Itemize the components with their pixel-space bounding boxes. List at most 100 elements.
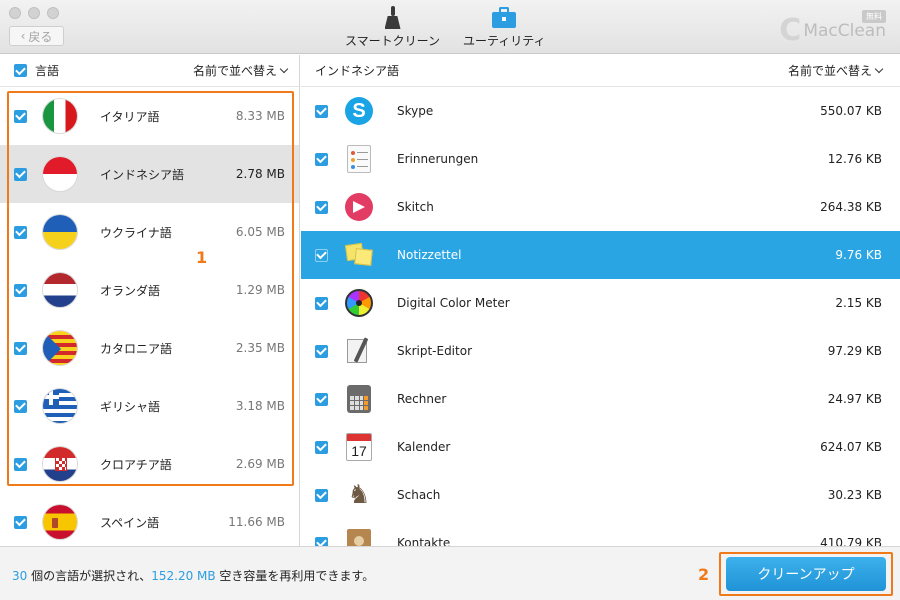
minimize-window-button[interactable] xyxy=(28,7,40,19)
chess-icon: ♞ xyxy=(347,480,371,510)
language-checkbox[interactable] xyxy=(14,167,27,181)
reminders-icon xyxy=(343,143,375,175)
status-text: 30 個の言語が選択され、152.20 MB 空き容量を再利用できます。 xyxy=(12,567,374,584)
app-size: 12.76 KB xyxy=(827,152,882,166)
language-size: 2.78 MB xyxy=(235,167,285,181)
app-size: 410.79 KB xyxy=(820,536,882,546)
select-all-languages-checkbox[interactable] xyxy=(14,64,27,77)
app-checkbox[interactable] xyxy=(315,392,328,406)
app-checkbox[interactable] xyxy=(315,248,328,262)
selected-language-label: インドネシア語 xyxy=(315,64,400,78)
language-size: 6.05 MB xyxy=(235,225,285,239)
footer-bar: 30 個の言語が選択され、152.20 MB 空き容量を再利用できます。 2 ク… xyxy=(0,546,900,600)
toolbar-utility[interactable]: ユーティリティ xyxy=(463,6,546,49)
app-sort-label: 名前で並べ替え xyxy=(787,64,872,78)
language-sort-dropdown[interactable]: 名前で並べ替え xyxy=(192,62,289,79)
app-checkbox[interactable] xyxy=(315,536,328,546)
language-size: 1.29 MB xyxy=(235,283,285,297)
language-checkbox[interactable] xyxy=(14,283,27,297)
language-size: 11.66 MB xyxy=(228,515,285,529)
language-row-greek[interactable]: ギリシャ語 3.18 MB xyxy=(0,377,299,435)
app-row-skype[interactable]: S Skype 550.07 KB xyxy=(301,87,900,135)
app-checkbox[interactable] xyxy=(315,344,328,358)
language-checkbox[interactable] xyxy=(14,399,27,413)
app-sort-dropdown[interactable]: 名前で並べ替え xyxy=(787,62,884,79)
ukraine-flag-icon xyxy=(42,214,78,250)
app-size: 24.97 KB xyxy=(827,392,882,406)
catalonia-flag-icon xyxy=(42,330,78,366)
color-meter-icon xyxy=(343,287,375,319)
language-list-header: 言語 名前で並べ替え xyxy=(0,55,299,87)
app-name: Skitch xyxy=(397,200,434,214)
back-button[interactable]: ‹ 戻る xyxy=(9,26,64,46)
language-list-panel: 言語 名前で並べ替え イタリア語 8.33 MB インドネシア語 2.78 MB… xyxy=(0,55,300,546)
app-row-chess[interactable]: ♞ Schach 30.23 KB xyxy=(301,471,900,519)
language-checkbox[interactable] xyxy=(14,457,27,471)
language-checkbox[interactable] xyxy=(14,225,27,239)
title-bar: ‹ 戻る スマートクリーン ユーティリティ 無料 C MacClean xyxy=(0,0,900,54)
toolbar-smart-clean[interactable]: スマートクリーン xyxy=(345,6,440,49)
language-name: クロアチア語 xyxy=(100,457,172,472)
skype-icon: S xyxy=(343,95,375,127)
language-name: オランダ語 xyxy=(100,283,161,298)
app-checkbox[interactable] xyxy=(315,488,328,502)
window-controls xyxy=(9,7,59,19)
language-name: ウクライナ語 xyxy=(100,225,172,240)
app-row-stickies[interactable]: Notizzettel 9.76 KB xyxy=(301,231,900,279)
language-checkbox[interactable] xyxy=(14,341,27,355)
language-name: イタリア語 xyxy=(100,109,160,124)
close-window-button[interactable] xyxy=(9,7,21,19)
language-size: 3.18 MB xyxy=(235,399,285,413)
app-checkbox[interactable] xyxy=(315,200,328,214)
app-checkbox[interactable] xyxy=(315,104,328,118)
netherlands-flag-icon xyxy=(42,272,78,308)
app-checkbox[interactable] xyxy=(315,440,328,454)
language-size: 8.33 MB xyxy=(235,109,285,123)
contacts-icon xyxy=(343,527,375,546)
broom-icon xyxy=(381,6,405,30)
indonesia-flag-icon xyxy=(42,156,78,192)
language-row-indonesian[interactable]: インドネシア語 2.78 MB xyxy=(0,145,299,203)
croatia-flag-icon xyxy=(42,446,78,482)
app-size: 97.29 KB xyxy=(827,344,882,358)
language-row-catalan[interactable]: カタロニア語 2.35 MB xyxy=(0,319,299,377)
app-list-panel: インドネシア語 名前で並べ替え S Skype 550.07 KB Erinne… xyxy=(301,55,900,546)
clean-up-button[interactable]: クリーンアップ xyxy=(726,557,886,591)
language-row-italian[interactable]: イタリア語 8.33 MB xyxy=(0,87,299,145)
app-checkbox[interactable] xyxy=(315,296,328,310)
app-name: Kalender xyxy=(397,440,451,454)
script-editor-icon xyxy=(343,335,375,367)
app-row-skitch[interactable]: Skitch 264.38 KB xyxy=(301,183,900,231)
language-size: 2.35 MB xyxy=(235,341,285,355)
app-size: 624.07 KB xyxy=(820,440,882,454)
app-name: Skript-Editor xyxy=(397,344,472,358)
app-checkbox[interactable] xyxy=(315,152,328,166)
language-checkbox[interactable] xyxy=(14,515,27,529)
calculator-icon xyxy=(343,383,375,415)
language-row-croatian[interactable]: クロアチア語 2.69 MB xyxy=(0,435,299,493)
language-row-dutch[interactable]: オランダ語 1.29 MB xyxy=(0,261,299,319)
toolbar-smart-clean-label: スマートクリーン xyxy=(345,34,441,48)
app-name: Rechner xyxy=(397,392,447,406)
italy-flag-icon xyxy=(42,98,78,134)
chevron-down-icon xyxy=(279,64,289,74)
language-sort-label: 名前で並べ替え xyxy=(192,64,277,78)
annotation-number: 1 xyxy=(196,248,208,267)
language-checkbox[interactable] xyxy=(14,109,27,123)
brand-name: MacClean xyxy=(803,21,886,41)
brand-logo: C MacClean xyxy=(779,16,886,46)
app-row-calculator[interactable]: Rechner 24.97 KB xyxy=(301,375,900,423)
app-row-reminders[interactable]: Erinnerungen 12.76 KB xyxy=(301,135,900,183)
language-row-ukrainian[interactable]: ウクライナ語 6.05 MB xyxy=(0,203,299,261)
status-text-part1: 個の言語が選択され、 xyxy=(27,569,152,583)
app-row-contacts[interactable]: Kontakte 410.79 KB xyxy=(301,519,900,546)
app-row-calendar[interactable]: 17 Kalender 624.07 KB xyxy=(301,423,900,471)
annotation-number: 2 xyxy=(698,565,710,584)
app-name: Kontakte xyxy=(397,536,451,546)
language-row-spanish[interactable]: スペイン語 11.66 MB xyxy=(0,493,299,551)
app-row-script-editor[interactable]: Skript-Editor 97.29 KB xyxy=(301,327,900,375)
app-name: Digital Color Meter xyxy=(397,296,510,310)
zoom-window-button[interactable] xyxy=(47,7,59,19)
chevron-down-icon xyxy=(874,64,884,74)
app-row-color-meter[interactable]: Digital Color Meter 2.15 KB xyxy=(301,279,900,327)
